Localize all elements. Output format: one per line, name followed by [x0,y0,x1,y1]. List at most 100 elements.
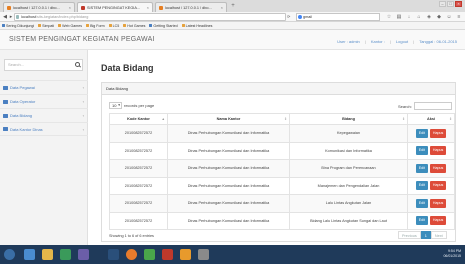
new-tab-button[interactable]: + [229,3,237,10]
sidebar-item-data-bidang[interactable]: Data Bidang ‹ [0,108,88,122]
app-icon[interactable] [198,249,209,260]
close-icon[interactable]: × [145,5,149,10]
bookmark-item[interactable]: Hot Games [123,24,145,28]
column-header-nama-kantor[interactable]: Nama Kantor ⇕ [167,113,290,125]
column-header-kode-kantor[interactable]: Kode Kantor ▲ [109,113,168,125]
cell-aksi: Edit Hapus [407,176,455,195]
shield-icon[interactable]: ◈ [426,14,432,20]
minimize-button[interactable]: – [439,1,446,7]
edit-button[interactable]: Edit [415,128,428,138]
logout-link[interactable]: Logout [396,39,408,44]
app-favicon-icon [81,5,85,10]
cell-aksi: Edit Hapus [407,194,455,213]
folder-icon [108,24,112,27]
chevron-left-icon: ‹ [82,85,84,90]
star-icon[interactable]: ☆ [386,14,392,20]
table-icon [3,113,8,118]
edit-button[interactable]: Edit [415,146,428,156]
table-info: Showing 1 to 6 of 6 entries [109,234,154,238]
browser-tab-2[interactable]: SISTEM PENGINGAT KEGIA... × [77,2,153,12]
word-icon[interactable] [108,249,119,260]
cell-nama: Dinas Perhubungan Komunikasi dan Informa… [167,159,290,178]
edit-button[interactable]: Edit [415,198,428,208]
edit-button[interactable]: Edit [415,181,428,191]
data-panel: Data Bidang 10 records per page Search: … [101,82,456,242]
sort-icon: ⇕ [402,117,405,121]
chat-icon[interactable]: ☺ [446,14,452,20]
firefox-icon[interactable] [126,249,137,260]
sidebar-item-data-kantor-dinas[interactable]: Data Kantor Dinas ‹ [0,122,88,136]
pagination-previous[interactable]: Previous [398,231,421,239]
user-label: User : admin [337,39,360,44]
sidebar-item-label: Data Pegawai [10,85,35,90]
browser-tab-1[interactable]: localhost / 127.0.0.1 / dbo... × [3,2,75,12]
records-per-page-control: 10 records per page [109,102,154,109]
cell-bidang: Bidang Lalu Lintas Angkutan Sungai dan L… [289,211,408,230]
bookmark-item[interactable]: Big Form [86,24,105,28]
browser-tab-3[interactable]: localhost / 127.0.0.1 / dbo... × [155,2,227,12]
delete-button[interactable]: Hapus [429,198,447,208]
delete-button[interactable]: Hapus [429,163,447,173]
bookmark-item[interactable]: LC5 [108,24,119,28]
delete-button[interactable]: Hapus [429,146,447,156]
cell-kode: 2010082572572 [109,194,168,213]
sidebar-item-data-pegawai[interactable]: Data Pegawai ‹ [0,80,88,94]
sidebar-item-data-operator[interactable]: Data Operator ‹ [0,94,88,108]
date-label: Tanggal : 06-01-2015 [419,39,457,44]
edit-button[interactable]: Edit [415,163,428,173]
delete-button[interactable]: Hapus [429,216,447,226]
site-info-icon [16,15,19,19]
pdf-icon[interactable] [162,249,173,260]
pagination-next[interactable]: Next [430,231,447,239]
panel-title: Data Bidang [102,83,455,95]
column-header-bidang[interactable]: Bidang ⇕ [289,113,408,125]
sidebar-search-input[interactable]: Search... [4,59,83,71]
cell-aksi: Edit Hapus [407,159,455,178]
close-icon[interactable]: × [67,5,71,10]
pagination-page-1[interactable]: 1 [420,231,431,239]
bookmark-icon [2,24,5,27]
folder-icon [38,24,42,27]
records-per-page-select[interactable]: 10 [109,102,122,109]
clipboard-icon[interactable]: ▤ [396,14,402,20]
media-player-icon[interactable] [60,249,71,260]
firefox-icon [149,24,153,27]
delete-button[interactable]: Hapus [429,181,447,191]
close-icon[interactable]: × [219,5,223,10]
column-header-aksi[interactable]: Aksi ⇕ [407,113,455,125]
cell-bidang: Bina Program dan Perencanaan [289,159,408,178]
phpmyadmin-icon [159,5,163,10]
table-search-input[interactable] [413,102,452,110]
edit-button[interactable]: Edit [415,216,428,226]
table-icon [3,127,8,131]
maximize-button[interactable]: □ [447,1,454,7]
internet-explorer-icon[interactable] [24,249,35,260]
search-icon[interactable] [75,62,80,67]
app-icon[interactable] [78,249,89,260]
system-tray-clock[interactable]: 9:54 PM 06/01/2015 [443,249,461,259]
cell-aksi: Edit Hapus [407,141,455,160]
bookmark-item[interactable]: Getting Started [149,24,178,28]
reload-icon[interactable]: ⟳ [287,14,290,19]
bidang-table: Kode Kantor ▲ Nama Kantor ⇕ Bidang ⇕ Aksi ⇕ … [109,113,455,230]
cell-bidang: Komunikasi dan Informatika [289,141,408,160]
chrome-icon[interactable] [144,249,155,260]
browser-search-input[interactable]: gmail [296,13,380,21]
address-bar[interactable]: localhost/sits-kegiatan/index.php/bidang [14,13,286,21]
file-explorer-icon[interactable] [42,249,53,260]
cell-nama: Dinas Perhubungan Komunikasi dan Informa… [167,124,290,143]
xampp-icon[interactable] [180,249,191,260]
bookmark-item[interactable]: Simpati [38,24,54,28]
bookmark-item[interactable]: Web Games [58,24,82,28]
menu-icon[interactable]: ≡ [456,14,462,20]
delete-button[interactable]: Hapus [429,128,447,138]
download-icon[interactable]: ↓ [406,14,412,20]
bookmark-item[interactable]: Sering Dikunjungi [2,24,34,28]
start-button[interactable] [4,249,15,260]
close-window-button[interactable]: × [455,1,462,7]
home-icon[interactable]: ⌂ [416,14,422,20]
bookmark-item[interactable]: Latest Headlines [181,24,212,28]
addon-icon[interactable]: ◆ [436,14,442,20]
rss-icon [181,24,185,27]
table-row: 2010082572572 Dinas Perhubungan Komunika… [109,124,455,143]
